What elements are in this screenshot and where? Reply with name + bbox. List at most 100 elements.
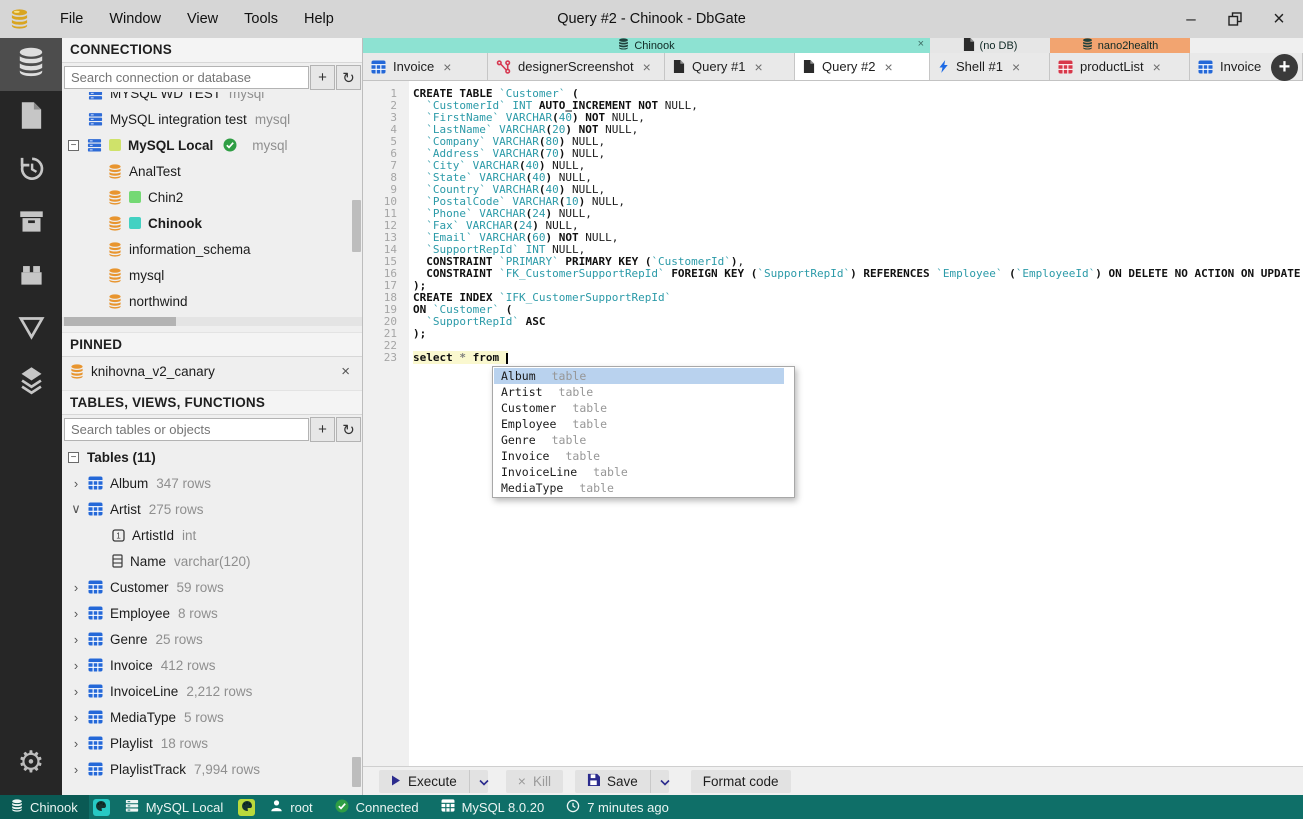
collapse-expander-icon[interactable]: − — [68, 451, 79, 463]
connection-item[interactable]: AnalTest — [62, 158, 362, 184]
chevron-right-icon[interactable]: › — [70, 684, 82, 699]
add-object-button[interactable]: + — [310, 417, 335, 442]
connection-item[interactable]: MySQL integration test mysql — [62, 106, 362, 132]
close-tab-icon[interactable]: × — [884, 59, 892, 75]
connection-item[interactable]: Chin2 — [62, 184, 362, 210]
chevron-right-icon[interactable]: › — [70, 658, 82, 673]
menu-item-help[interactable]: Help — [291, 11, 347, 27]
tab-group-chinook[interactable]: Chinook × — [363, 38, 930, 53]
table-item[interactable]: ∨ Artist 275 rows — [62, 496, 362, 522]
connection-item[interactable]: information_schema — [62, 236, 362, 262]
connection-item[interactable]: mysql — [62, 262, 362, 288]
autocomplete-item-artist[interactable]: Artist table — [494, 384, 793, 400]
minimize-button[interactable]: – — [1181, 9, 1201, 29]
status-user[interactable]: root — [259, 795, 323, 819]
tab-invoice[interactable]: Invoice × — [363, 53, 488, 80]
database-color-swatch[interactable] — [92, 798, 110, 816]
execute-button[interactable]: Execute — [379, 769, 469, 793]
autocomplete-item-genre[interactable]: Genre table — [494, 432, 793, 448]
close-tab-icon[interactable]: × — [754, 59, 762, 75]
autocomplete-item-mediatype[interactable]: MediaType table — [494, 480, 793, 496]
close-tab-icon[interactable]: × — [643, 59, 651, 75]
autocomplete-item-invoice[interactable]: Invoice table — [494, 448, 793, 464]
table-item[interactable]: › Employee 8 rows — [62, 600, 362, 626]
tab-query--2[interactable]: Query #2 × — [795, 53, 930, 80]
table-item[interactable]: › Invoice 412 rows — [62, 652, 362, 678]
chevron-down-icon[interactable]: ∨ — [70, 501, 82, 517]
scrollbar-thumb[interactable] — [64, 317, 176, 326]
connection-color-swatch[interactable] — [238, 798, 256, 816]
tab-group--no-db-[interactable]: (no DB) — [930, 38, 1050, 53]
tables-vertical-scrollbar[interactable] — [352, 757, 361, 787]
menu-item-tools[interactable]: Tools — [231, 11, 291, 27]
connection-item[interactable]: northwind — [62, 288, 362, 314]
chevron-right-icon[interactable]: › — [70, 736, 82, 751]
save-button[interactable]: Save — [574, 769, 650, 793]
status-connection[interactable]: MySQL Local — [114, 795, 235, 819]
pinned-item[interactable]: knihovna_v2_canary × — [62, 357, 362, 386]
collapse-expander-icon[interactable]: − — [68, 139, 79, 151]
refresh-connections-button[interactable]: ↻ — [336, 65, 361, 90]
tables-group-row[interactable]: − Tables (11) — [62, 444, 362, 470]
tab-query--1[interactable]: Query #1 × — [665, 53, 795, 80]
connection-item[interactable]: Chinook — [62, 210, 362, 236]
table-item[interactable]: › Customer 59 rows — [62, 574, 362, 600]
table-item[interactable]: › InvoiceLine 2,212 rows — [62, 678, 362, 704]
table-item[interactable]: › Playlist 18 rows — [62, 730, 362, 756]
chevron-right-icon[interactable]: › — [70, 606, 82, 621]
connection-item[interactable]: MYSQL WD TEST mysql — [62, 92, 362, 106]
table-search-input[interactable] — [64, 418, 309, 441]
tab-designerscreenshot[interactable]: designerScreenshot × — [488, 53, 665, 80]
chevron-right-icon[interactable]: › — [70, 632, 82, 647]
chevron-right-icon[interactable]: › — [70, 476, 82, 491]
autocomplete-scrollbar[interactable] — [784, 368, 793, 384]
column-item[interactable]: Name varchar(120) — [62, 548, 362, 574]
execute-dropdown-button[interactable] — [468, 769, 489, 793]
refresh-objects-button[interactable]: ↻ — [336, 417, 361, 442]
new-tab-button[interactable]: + — [1271, 54, 1298, 81]
table-item[interactable]: › MediaType 5 rows — [62, 704, 362, 730]
column-item[interactable]: 1 ArtistId int — [62, 522, 362, 548]
close-tab-icon[interactable]: × — [443, 59, 451, 75]
close-tab-icon[interactable]: × — [1012, 59, 1020, 75]
activity-item-plugins[interactable] — [0, 250, 62, 303]
menu-item-view[interactable]: View — [174, 11, 231, 27]
activity-item-database[interactable] — [0, 38, 62, 91]
menu-item-window[interactable]: Window — [96, 11, 174, 27]
chevron-right-icon[interactable]: › — [70, 580, 82, 595]
chevron-right-icon[interactable]: › — [70, 710, 82, 725]
close-group-icon[interactable]: × — [918, 38, 924, 50]
activity-item-archive[interactable] — [0, 197, 62, 250]
add-connection-button[interactable]: + — [310, 65, 335, 90]
activity-item-export[interactable] — [0, 303, 62, 356]
activity-item-layers[interactable] — [0, 356, 62, 409]
autocomplete-item-album[interactable]: Album table — [494, 368, 793, 384]
menu-item-file[interactable]: File — [47, 11, 96, 27]
autocomplete-item-customer[interactable]: Customer table — [494, 400, 793, 416]
status-saved-time[interactable]: 7 minutes ago — [555, 795, 680, 819]
save-dropdown-button[interactable] — [649, 769, 670, 793]
unpin-close-icon[interactable]: × — [341, 363, 350, 380]
table-item[interactable]: › Genre 25 rows — [62, 626, 362, 652]
status-connected[interactable]: Connected — [324, 795, 430, 819]
connections-vertical-scrollbar[interactable] — [352, 200, 361, 252]
status-database[interactable]: Chinook — [0, 795, 89, 819]
tab-productlist[interactable]: productList × — [1050, 53, 1190, 80]
close-button[interactable]: × — [1269, 8, 1289, 30]
tab-group-nano2health[interactable]: nano2health — [1050, 38, 1190, 53]
format-code-button[interactable]: Format code — [690, 769, 791, 793]
restore-button[interactable] — [1225, 9, 1245, 29]
connection-item[interactable]: − MySQL Local mysql — [62, 132, 362, 158]
chevron-right-icon[interactable]: › — [70, 762, 82, 777]
autocomplete-item-employee[interactable]: Employee table — [494, 416, 793, 432]
table-item[interactable]: › PlaylistTrack 7,994 rows — [62, 756, 362, 782]
tab-shell--1[interactable]: Shell #1 × — [930, 53, 1050, 80]
close-tab-icon[interactable]: × — [1153, 59, 1161, 75]
connection-search-input[interactable] — [64, 66, 309, 89]
activity-item-history[interactable] — [0, 144, 62, 197]
table-item[interactable]: › Album 347 rows — [62, 470, 362, 496]
connections-horizontal-scrollbar[interactable] — [62, 317, 362, 326]
autocomplete-item-invoiceline[interactable]: InvoiceLine table — [494, 464, 793, 480]
activity-item-settings[interactable]: ⚙ — [0, 736, 62, 789]
status-version[interactable]: MySQL 8.0.20 — [430, 795, 556, 819]
